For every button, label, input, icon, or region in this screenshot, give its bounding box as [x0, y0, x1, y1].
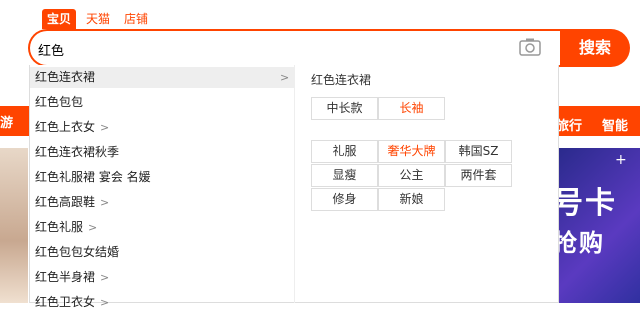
tag-luxury[interactable]: 奢华大牌	[378, 140, 445, 163]
suggestion-label: 红色礼服	[35, 220, 84, 234]
suggestion-item[interactable]: 红色半身裙 >	[30, 267, 295, 288]
suggestion-item[interactable]: 红色包包	[30, 92, 295, 113]
search-input[interactable]: 红色	[38, 40, 64, 59]
search-button[interactable]: 搜索	[560, 29, 630, 67]
suggestion-label: 红色包包	[35, 95, 84, 109]
tag-princess[interactable]: 公主	[378, 164, 445, 187]
chevron-right-icon: >	[100, 196, 110, 209]
suggestion-item[interactable]: 红色礼服裙 宴会 名媛	[30, 167, 295, 188]
chevron-right-icon: >	[100, 121, 110, 134]
tag-mid-length[interactable]: 中长款	[311, 97, 378, 120]
background-nav-item: 游	[0, 116, 14, 131]
tag-gown[interactable]: 礼服	[311, 140, 378, 163]
banner-text: 抢购	[553, 229, 605, 257]
suggestion-item[interactable]: 红色上衣女 >	[30, 117, 295, 138]
chevron-right-icon: >	[88, 221, 98, 234]
tag-two-piece[interactable]: 两件套	[445, 164, 512, 187]
suggestion-label: 红色连衣裙	[35, 70, 96, 84]
plus-icon: +	[615, 152, 627, 168]
suggestion-label: 红色连衣裙秋季	[35, 145, 120, 159]
background-product-image	[0, 148, 28, 303]
suggestion-label: 红色礼服裙 宴会 名媛	[35, 170, 151, 184]
banner-text: 号卡	[553, 186, 617, 221]
suggestion-item[interactable]: 红色包包女结婚	[30, 242, 295, 263]
chevron-right-icon: >	[100, 271, 110, 284]
suggestion-label: 红色包包女结婚	[35, 245, 120, 259]
tag-slimming[interactable]: 显瘦	[311, 164, 378, 187]
tab-tmall[interactable]: 天猫	[86, 9, 110, 29]
suggestion-item[interactable]: 红色高跟鞋 >	[30, 192, 295, 213]
tag-korea[interactable]: 韩国SZ	[445, 140, 512, 163]
suggestion-label: 红色上衣女	[35, 120, 96, 134]
suggestion-label: 红色高跟鞋	[35, 195, 96, 209]
dropdown-divider	[294, 65, 295, 303]
chevron-right-icon: >	[280, 71, 290, 84]
tab-shop[interactable]: 店铺	[124, 9, 148, 29]
panel-title: 红色连衣裙	[311, 73, 372, 87]
suggestion-label: 红色半身裙	[35, 270, 96, 284]
suggestion-item[interactable]: 红色连衣裙 >	[30, 67, 295, 88]
camera-icon[interactable]	[518, 37, 542, 57]
search-box[interactable]	[28, 29, 580, 67]
tag-long-sleeve[interactable]: 长袖	[378, 97, 445, 120]
tag-fitted[interactable]: 修身	[311, 188, 378, 211]
background-nav-item-travel[interactable]: 旅行	[556, 115, 582, 134]
suggestion-item[interactable]: 红色礼服 >	[30, 217, 295, 238]
tag-bride[interactable]: 新娘	[378, 188, 445, 211]
tab-baobei[interactable]: 宝贝	[42, 9, 76, 29]
suggestion-item[interactable]: 红色连衣裙秋季	[30, 142, 295, 163]
